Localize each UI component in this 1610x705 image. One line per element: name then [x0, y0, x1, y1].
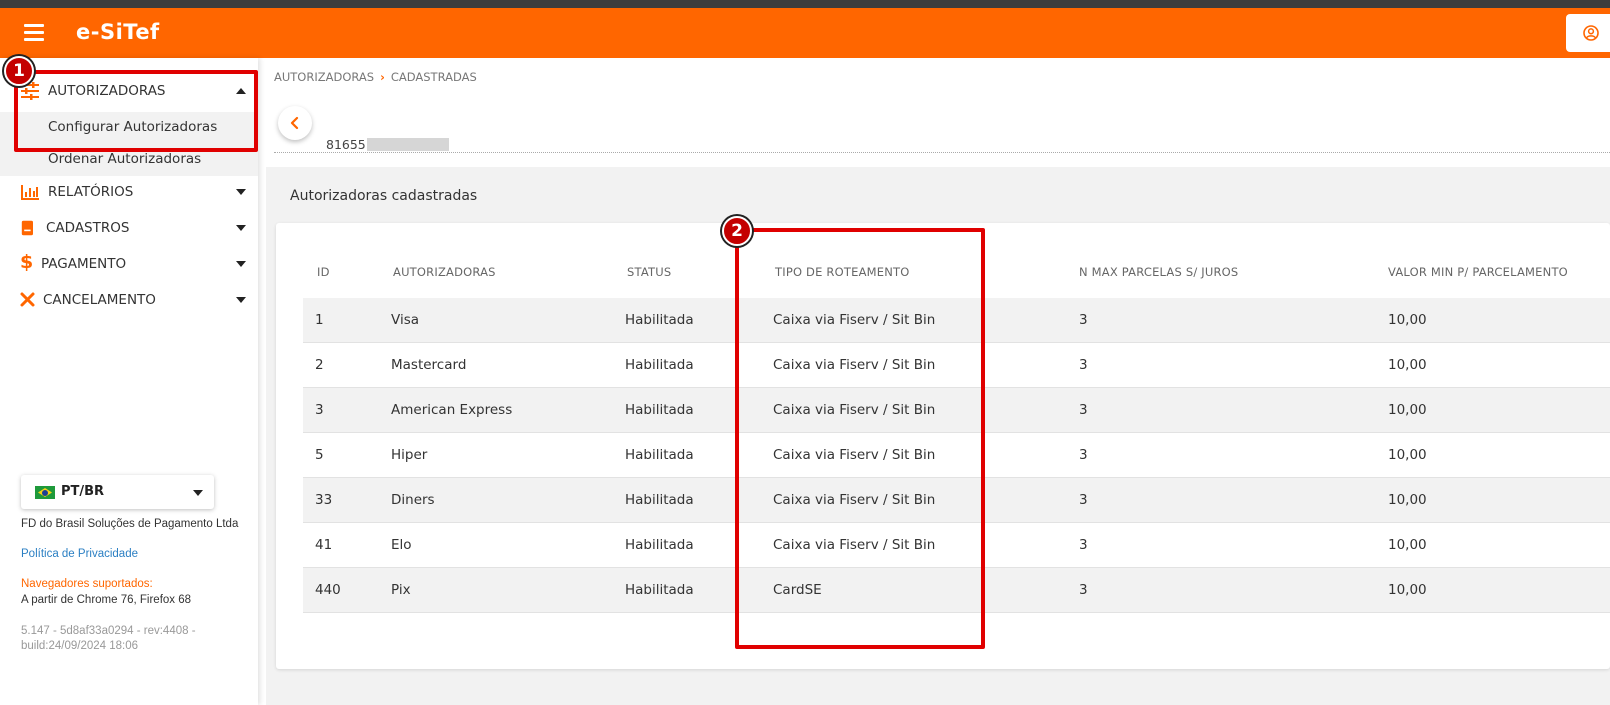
sidebar: AUTORIZADORAS Configurar Autorizadoras O… [0, 58, 258, 705]
language-selector[interactable]: PT/BR [21, 475, 214, 509]
breadcrumb-item-current: CADASTRADAS [390, 70, 477, 84]
sidebar-item-relatorios[interactable]: RELATÓRIOS [0, 175, 258, 209]
cell-max-parcelas: 3 [1079, 582, 1088, 598]
masked-merchant-code [367, 138, 449, 151]
col-header-valor-min: VALOR MIN P/ PARCELAMENTO [1388, 265, 1568, 279]
cell-autorizadora: Pix [391, 582, 411, 598]
app-header: e-SiTef [0, 8, 1610, 58]
merchant-code: 81655 [326, 137, 366, 152]
cell-status: Habilitada [625, 312, 694, 328]
book-icon [21, 220, 33, 236]
company-name: FD do Brasil Soluções de Pagamento Ltda [21, 518, 239, 530]
chevron-left-icon [290, 116, 299, 130]
divider [274, 152, 1610, 153]
browsers-title: Navegadores suportados: [21, 578, 153, 590]
privacy-policy-link[interactable]: Política de Privacidade [21, 548, 138, 560]
cell-status: Habilitada [625, 447, 694, 463]
cell-max-parcelas: 3 [1079, 492, 1088, 508]
cell-autorizadora: Diners [391, 492, 435, 508]
browsers-text: A partir de Chrome 76, Firefox 68 [21, 594, 192, 606]
brazil-flag-icon [35, 486, 55, 499]
cell-max-parcelas: 3 [1079, 402, 1088, 418]
cell-status: Habilitada [625, 402, 694, 418]
build-info: build:24/09/2024 18:06 [21, 640, 139, 652]
cell-id: 5 [315, 447, 324, 463]
sidebar-item-label: RELATÓRIOS [48, 184, 134, 200]
window-top-strip [0, 0, 1610, 8]
chevron-down-icon [236, 261, 246, 267]
col-header-status: STATUS [627, 265, 672, 279]
chevron-right-icon: › [380, 70, 385, 84]
sidebar-item-label: CADASTROS [46, 220, 130, 236]
cell-max-parcelas: 3 [1079, 537, 1088, 553]
cell-valor-min: 10,00 [1388, 402, 1427, 418]
cell-id: 440 [315, 582, 341, 598]
version-info: 5.147 - 5d8af33a0294 - rev:4408 - [21, 625, 196, 637]
bar-chart-icon [21, 185, 39, 200]
cell-status: Habilitada [625, 492, 694, 508]
cell-id: 1 [315, 312, 324, 328]
chevron-down-icon [236, 189, 246, 195]
cell-max-parcelas: 3 [1079, 312, 1088, 328]
cell-id: 3 [315, 402, 324, 418]
cell-valor-min: 10,00 [1388, 492, 1427, 508]
cell-id: 2 [315, 357, 324, 373]
cell-valor-min: 10,00 [1388, 537, 1427, 553]
annotation-box-1 [14, 70, 258, 152]
annotation-box-2 [735, 228, 985, 649]
cell-status: Habilitada [625, 357, 694, 373]
submenu-ordenar-autorizadoras[interactable]: Ordenar Autorizadoras [48, 151, 201, 167]
sidebar-item-cancelamento[interactable]: CANCELAMENTO [0, 283, 258, 317]
cell-valor-min: 10,00 [1388, 582, 1427, 598]
chevron-down-icon [236, 225, 246, 231]
cell-max-parcelas: 3 [1079, 357, 1088, 373]
sidebar-item-pagamento[interactable]: $ PAGAMENTO [0, 247, 258, 281]
cell-valor-min: 10,00 [1388, 312, 1427, 328]
back-button[interactable] [278, 106, 312, 140]
cell-autorizadora: Visa [391, 312, 419, 328]
breadcrumb: AUTORIZADORAS › CADASTRADAS [274, 70, 477, 84]
x-icon [20, 292, 35, 307]
cell-max-parcelas: 3 [1079, 447, 1088, 463]
cell-autorizadora: Mastercard [391, 357, 467, 373]
dollar-icon: $ [20, 251, 34, 273]
cell-status: Habilitada [625, 537, 694, 553]
brand-logo: e-SiTef [76, 20, 160, 44]
user-account-button[interactable] [1566, 14, 1610, 52]
section-title: Autorizadoras cadastradas [290, 188, 478, 204]
annotation-badge-2: 2 [722, 216, 752, 246]
cell-id: 33 [315, 492, 333, 508]
cell-valor-min: 10,00 [1388, 357, 1427, 373]
sidebar-item-label: CANCELAMENTO [43, 292, 156, 308]
cell-id: 41 [315, 537, 333, 553]
user-icon [1583, 25, 1599, 41]
breadcrumb-item[interactable]: AUTORIZADORAS [274, 70, 374, 84]
chevron-down-icon [236, 297, 246, 303]
cell-valor-min: 10,00 [1388, 447, 1427, 463]
col-header-id: ID [317, 265, 330, 279]
col-header-autorizadoras: AUTORIZADORAS [393, 265, 496, 279]
menu-icon[interactable] [24, 24, 46, 42]
sidebar-item-label: PAGAMENTO [41, 256, 127, 272]
cell-status: Habilitada [625, 582, 694, 598]
sidebar-item-cadastros[interactable]: CADASTROS [0, 211, 258, 245]
language-label: PT/BR [61, 484, 105, 499]
chevron-down-icon [193, 490, 203, 496]
annotation-badge-1: 1 [4, 56, 34, 86]
col-header-max-parcelas: N MAX PARCELAS S/ JUROS [1079, 265, 1239, 279]
cell-autorizadora: American Express [391, 402, 513, 418]
cell-autorizadora: Hiper [391, 447, 428, 463]
cell-autorizadora: Elo [391, 537, 412, 553]
